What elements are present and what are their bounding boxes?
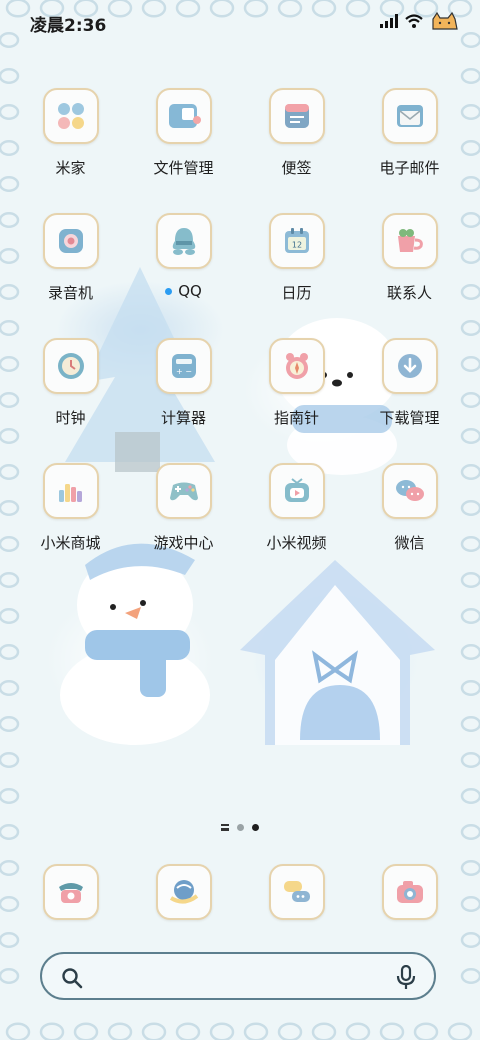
search-icon — [62, 968, 83, 989]
status-time: 凌晨2:36 — [30, 16, 107, 36]
dock-phone[interactable] — [14, 864, 127, 920]
app-label: 便签 — [281, 159, 312, 177]
app-label: 小米视频 — [266, 534, 327, 552]
compass-icon — [268, 338, 325, 394]
app-label: 游戏中心 — [153, 534, 214, 552]
app-wechat[interactable]: 微信 — [353, 463, 466, 553]
signal-icon — [380, 14, 398, 28]
dock-messages[interactable] — [240, 864, 353, 920]
app-clock[interactable]: 时钟 — [14, 338, 127, 428]
app-label: 小米商城 — [40, 534, 101, 552]
app-qq[interactable]: QQ — [127, 213, 240, 300]
app-label: 日历 — [281, 284, 312, 302]
app-mijia[interactable]: 米家 — [14, 88, 127, 178]
mi-store-icon — [42, 463, 99, 519]
app-label: 米家 — [55, 159, 86, 177]
svg-text:+ −: + − — [176, 367, 192, 376]
status-bar: 凌晨2:36 — [0, 0, 480, 44]
app-label: 文件管理 — [153, 159, 214, 177]
app-label: 下载管理 — [379, 409, 440, 427]
clock-icon — [42, 338, 99, 394]
calendar-day: 12 — [291, 241, 301, 250]
mijia-icon — [42, 88, 99, 144]
app-label: 电子邮件 — [379, 159, 440, 177]
app-game-center[interactable]: 游戏中心 — [127, 463, 240, 553]
phone-icon — [42, 864, 99, 920]
contacts-icon — [381, 213, 438, 269]
battery-cat-icon — [432, 11, 458, 30]
app-file-manager[interactable]: 文件管理 — [127, 88, 240, 178]
app-label: 联系人 — [386, 284, 432, 302]
dock-camera[interactable] — [353, 864, 466, 920]
search-bar[interactable] — [40, 952, 436, 1000]
wifi-icon — [405, 14, 423, 28]
download-icon — [381, 338, 438, 394]
app-calendar[interactable]: 12 日历 — [240, 213, 353, 303]
dock-browser[interactable] — [127, 864, 240, 920]
app-compass[interactable]: 指南针 — [240, 338, 353, 428]
app-contacts[interactable]: 联系人 — [353, 213, 466, 303]
mi-video-icon — [268, 463, 325, 519]
app-label: 计算器 — [160, 409, 206, 427]
app-recorder[interactable]: 录音机 — [14, 213, 127, 303]
app-label: QQ — [178, 282, 202, 300]
browser-icon — [155, 864, 212, 920]
list-pages-icon — [221, 824, 229, 831]
calculator-icon: + − — [155, 338, 212, 394]
recorder-icon — [42, 213, 99, 269]
email-icon — [381, 88, 438, 144]
messages-icon — [268, 864, 325, 920]
notes-icon — [268, 88, 325, 144]
app-label: 时钟 — [55, 409, 86, 427]
page-indicator[interactable] — [0, 824, 480, 831]
new-notification-dot — [165, 287, 173, 295]
page-dot-current — [252, 824, 259, 831]
app-download-manager[interactable]: 下载管理 — [353, 338, 466, 428]
game-center-icon — [155, 463, 212, 519]
wallpaper-house — [240, 560, 435, 745]
file-manager-icon — [155, 88, 212, 144]
calendar-icon: 12 — [268, 213, 325, 269]
app-label: 指南针 — [273, 409, 319, 427]
microphone-icon[interactable] — [396, 965, 416, 991]
page-dot — [237, 824, 244, 831]
wechat-icon — [381, 463, 438, 519]
app-mi-video[interactable]: 小米视频 — [240, 463, 353, 553]
app-mi-store[interactable]: 小米商城 — [14, 463, 127, 553]
app-label: 录音机 — [47, 284, 93, 302]
wallpaper-snowman — [60, 543, 210, 745]
qq-icon — [155, 213, 212, 269]
app-email[interactable]: 电子邮件 — [353, 88, 466, 178]
app-label: 微信 — [394, 534, 425, 552]
app-calculator[interactable]: + − 计算器 — [127, 338, 240, 428]
camera-icon — [381, 864, 438, 920]
app-notes[interactable]: 便签 — [240, 88, 353, 178]
